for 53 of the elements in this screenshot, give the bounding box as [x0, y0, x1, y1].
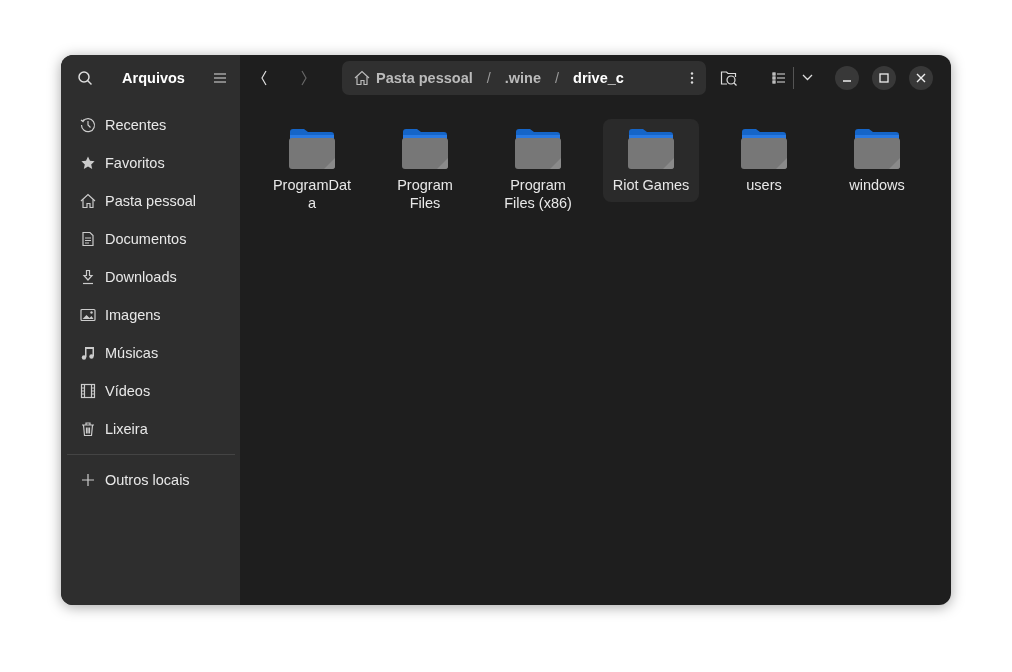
menu-icon[interactable] — [214, 72, 226, 83]
folder-icon — [288, 128, 336, 170]
chevron-down-icon[interactable] — [802, 74, 813, 81]
sidebar-item[interactable]: Imagens — [61, 296, 240, 334]
maximize-button[interactable] — [872, 65, 896, 90]
folder-icon — [401, 128, 449, 170]
sidebar-item[interactable]: Músicas — [61, 334, 240, 372]
folder-item[interactable]: ProgramData — [264, 119, 360, 220]
sidebar-item[interactable]: Pasta pessoal — [61, 182, 240, 220]
path-separator: / — [555, 69, 560, 86]
clock-icon — [80, 117, 96, 133]
app-title: Arquivos — [122, 69, 185, 86]
folder-icon — [514, 128, 562, 170]
back-icon[interactable] — [260, 69, 268, 86]
minimize-button[interactable] — [835, 65, 859, 90]
document-icon — [80, 231, 96, 247]
folder-icon — [853, 128, 901, 170]
minimize-icon — [843, 80, 851, 82]
home-icon — [80, 193, 96, 209]
folder-item[interactable]: Program Files — [377, 119, 473, 220]
path-separator: / — [486, 69, 491, 86]
film-icon — [80, 383, 96, 399]
home-icon — [354, 69, 370, 86]
more-icon[interactable] — [690, 71, 694, 84]
close-button[interactable] — [909, 65, 933, 90]
sidebar-item[interactable]: Favoritos — [61, 144, 240, 182]
folder-item[interactable]: Program Files (x86) — [490, 119, 586, 220]
image-icon — [80, 307, 96, 323]
sidebar-item[interactable]: Outros locais — [61, 461, 240, 499]
folder-item[interactable]: windows — [829, 119, 925, 202]
list-view-icon[interactable] — [772, 71, 785, 84]
folder-item[interactable]: users — [716, 119, 812, 202]
close-icon — [916, 72, 926, 83]
sidebar-item[interactable]: Recentes — [61, 106, 240, 144]
path-crumb[interactable]: drive_c — [573, 69, 624, 86]
sidebar-item[interactable]: Documentos — [61, 220, 240, 258]
music-note-icon — [80, 345, 96, 361]
trash-icon — [80, 421, 96, 437]
folder-search-icon[interactable] — [720, 69, 738, 86]
plus-icon — [80, 472, 96, 488]
folder-icon — [740, 128, 788, 170]
path-crumb[interactable]: Pasta pessoal — [354, 69, 473, 86]
sidebar-item[interactable]: Downloads — [61, 258, 240, 296]
folder-item[interactable]: Riot Games — [603, 119, 699, 202]
maximize-icon — [879, 72, 889, 83]
forward-icon[interactable] — [300, 69, 308, 86]
sidebar-item[interactable]: Lixeira — [61, 410, 240, 448]
download-icon — [80, 269, 96, 285]
star-icon — [80, 155, 96, 171]
path-crumb[interactable]: .wine — [504, 69, 542, 86]
sidebar-item[interactable]: Vídeos — [61, 372, 240, 410]
search-icon[interactable] — [77, 69, 93, 86]
folder-icon — [627, 128, 675, 170]
